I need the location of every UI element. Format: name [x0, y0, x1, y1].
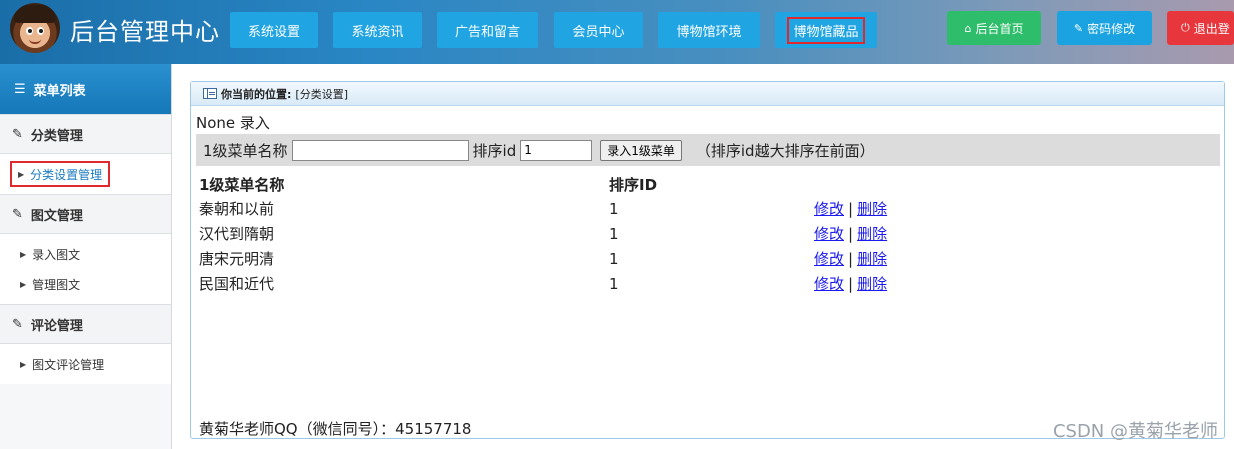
nav-member-center[interactable]: 会员中心 [554, 12, 643, 48]
add-menu-form: 1级菜单名称 排序id 录入1级菜单 （排序id越大排序在前面） [196, 134, 1220, 166]
delete-link[interactable]: 删除 [857, 225, 887, 243]
caret-right-icon: ▶ [20, 279, 27, 289]
sidebar-group-category[interactable]: ✎ 分类管理 [0, 114, 171, 154]
nav-label: 博物馆环境 [676, 24, 742, 40]
top-header: 后台管理中心 系统设置 系统资讯 广告和留言 会员中心 博物馆环境 博物馆藏品 … [0, 0, 1234, 64]
add-menu-button[interactable]: 录入1级菜单 [600, 139, 682, 161]
sidebar-group-comments[interactable]: ✎ 评论管理 [0, 304, 171, 344]
nav-label: 系统资讯 [351, 24, 404, 40]
nav-museum-collection[interactable]: 博物馆藏品 [775, 12, 877, 48]
link-separator: | [848, 275, 854, 293]
breadcrumb-value: [分类设置] [295, 87, 348, 101]
nav-label: 广告和留言 [454, 24, 520, 40]
home-icon: ⌂ [964, 21, 972, 35]
nav-label: 博物馆藏品 [787, 16, 865, 44]
logout-button[interactable]: ⏻ 退出登 [1167, 11, 1234, 45]
delete-link[interactable]: 删除 [857, 275, 887, 293]
sidebar-header: ☰ 菜单列表 [0, 64, 171, 114]
menu-table: 1级菜单名称 排序ID 秦朝和以前 1 修改 | 删除 汉代到隋朝 1 修改 | 删除 … [199, 172, 934, 296]
logo-avatar [10, 3, 60, 53]
caret-right-icon: ▶ [18, 169, 25, 179]
sidebar-item-category-settings[interactable]: ▶ 分类设置管理 [0, 159, 171, 189]
link-separator: | [848, 200, 854, 218]
edit-link[interactable]: 修改 [814, 200, 844, 218]
home-button[interactable]: ⌂ 后台首页 [947, 11, 1041, 45]
password-label: 密码修改 [1087, 21, 1136, 36]
delete-link[interactable]: 删除 [857, 250, 887, 268]
table-row: 唐宋元明清 1 修改 | 删除 [199, 246, 934, 271]
cell-order: 1 [609, 274, 619, 293]
breadcrumb-label: 你当前的位置: [221, 87, 292, 101]
nav-system-settings[interactable]: 系统设置 [230, 12, 318, 48]
table-header: 1级菜单名称 排序ID [199, 172, 934, 196]
cell-order: 1 [609, 199, 619, 218]
table-row: 民国和近代 1 修改 | 删除 [199, 271, 934, 296]
group-label: 分类管理 [30, 128, 83, 144]
caret-right-icon: ▶ [20, 249, 27, 259]
order-id-input[interactable] [520, 139, 593, 161]
nav-system-news[interactable]: 系统资讯 [333, 12, 422, 48]
cell-name: 秦朝和以前 [199, 200, 275, 218]
nav-label: 系统设置 [247, 24, 300, 40]
none-entry-text: None 录入 [196, 114, 270, 132]
edit-icon: ✎ [12, 206, 23, 222]
order-id-label: 排序id [472, 141, 517, 160]
content-panel: 你当前的位置: [分类设置] None 录入 1级菜单名称 排序id 录入1级菜… [190, 81, 1225, 439]
order-hint: （排序id越大排序在前面） [695, 141, 875, 160]
nav-museum-environment[interactable]: 博物馆环境 [658, 12, 760, 48]
delete-link[interactable]: 删除 [857, 200, 887, 218]
group-label: 图文管理 [30, 208, 83, 224]
sidebar-group-articles[interactable]: ✎ 图文管理 [0, 194, 171, 234]
wrench-icon: ✎ [1073, 21, 1084, 35]
edit-link[interactable]: 修改 [814, 250, 844, 268]
site-title: 后台管理中心 [70, 18, 220, 46]
cell-name: 唐宋元明清 [199, 250, 275, 268]
table-row: 秦朝和以前 1 修改 | 删除 [199, 196, 934, 221]
sidebar: ☰ 菜单列表 ✎ 分类管理 ▶ 分类设置管理 ✎ 图文管理 ▶ 录入图文 ▶ 管… [0, 64, 172, 449]
table-icon [203, 88, 217, 99]
column-header-name: 1级菜单名称 [199, 175, 285, 194]
sidebar-item-article-comments[interactable]: ▶ 图文评论管理 [0, 349, 171, 379]
sidebar-item-label: 录入图文 [32, 247, 81, 262]
cell-name: 汉代到隋朝 [199, 225, 275, 243]
sidebar-item-manage-articles[interactable]: ▶ 管理图文 [0, 269, 171, 299]
nav-label: 会员中心 [572, 24, 625, 40]
logout-label: 退出登 [1193, 21, 1230, 36]
menu-name-label: 1级菜单名称 [203, 141, 288, 160]
home-label: 后台首页 [975, 21, 1024, 36]
edit-link[interactable]: 修改 [814, 275, 844, 293]
contact-footer: 黄菊华老师QQ（微信同号）：45157718 [199, 420, 472, 438]
sidebar-title: 菜单列表 [33, 83, 86, 99]
cell-order: 1 [609, 224, 619, 243]
sidebar-item-add-article[interactable]: ▶ 录入图文 [0, 239, 171, 269]
link-separator: | [848, 250, 854, 268]
edit-icon: ✎ [12, 316, 23, 332]
power-icon: ⏻ [1181, 21, 1190, 34]
column-header-order: 排序ID [609, 175, 658, 194]
nav-ads-messages[interactable]: 广告和留言 [437, 12, 538, 48]
link-separator: | [848, 225, 854, 243]
sidebar-item-label: 管理图文 [32, 277, 81, 292]
password-button[interactable]: ✎ 密码修改 [1057, 11, 1152, 45]
csdn-watermark: CSDN @黄菊华老师 [1052, 421, 1218, 442]
cell-order: 1 [609, 249, 619, 268]
caret-right-icon: ▶ [20, 359, 27, 369]
menu-name-input[interactable] [291, 139, 469, 161]
list-icon: ☰ [14, 81, 26, 97]
breadcrumb: 你当前的位置: [分类设置] [191, 82, 1224, 106]
edit-icon: ✎ [12, 126, 23, 142]
sidebar-item-label: 图文评论管理 [32, 357, 105, 372]
sidebar-item-label: 分类设置管理 [30, 167, 103, 182]
edit-link[interactable]: 修改 [814, 225, 844, 243]
table-row: 汉代到隋朝 1 修改 | 删除 [199, 221, 934, 246]
cell-name: 民国和近代 [199, 275, 275, 293]
group-label: 评论管理 [30, 318, 83, 334]
